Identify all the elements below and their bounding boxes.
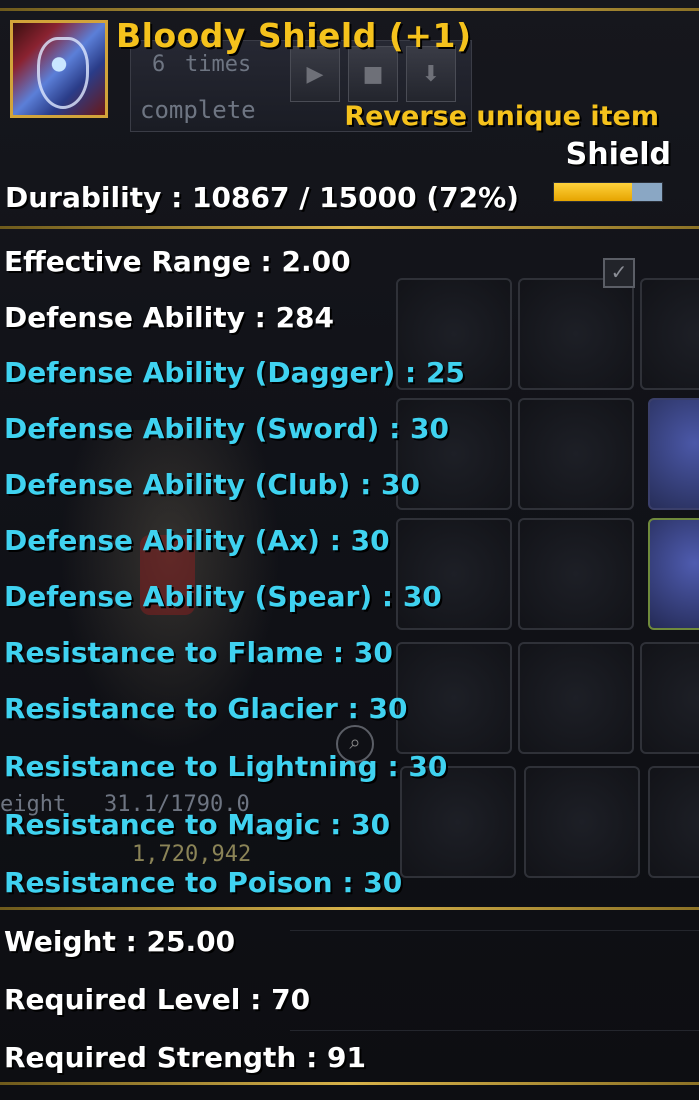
- tooltip-divider: [0, 226, 699, 229]
- stat-resist-poison: Resistance to Poison : 30: [4, 866, 403, 899]
- durability-bar: [553, 182, 663, 202]
- stat-required-level: Required Level : 70: [4, 983, 311, 1016]
- stat-weight: Weight : 25.00: [4, 925, 236, 958]
- stat-defense-sword: Defense Ability (Sword) : 30: [4, 412, 450, 445]
- stat-resist-magic: Resistance to Magic : 30: [4, 808, 391, 841]
- durability-bar-fill: [554, 183, 632, 201]
- stat-defense-club: Defense Ability (Club) : 30: [4, 468, 421, 501]
- shield-emblem: [37, 37, 89, 109]
- stat-required-strength: Required Strength : 91: [4, 1041, 367, 1074]
- stat-resist-lightning: Resistance to Lightning : 30: [4, 750, 448, 783]
- stat-defense-dagger: Defense Ability (Dagger) : 25: [4, 356, 465, 389]
- tooltip-bottom-border: [0, 1082, 699, 1085]
- tooltip-top-border: [0, 8, 699, 11]
- item-rarity: Reverse unique item: [344, 101, 659, 132]
- stat-effective-range: Effective Range : 2.00: [4, 245, 351, 278]
- stat-resist-flame: Resistance to Flame : 30: [4, 636, 393, 669]
- item-type: Shield: [565, 137, 671, 172]
- item-name: Bloody Shield (+1): [116, 16, 472, 55]
- item-tooltip: Bloody Shield (+1) Reverse unique item S…: [0, 0, 699, 1100]
- tooltip-divider: [0, 907, 699, 910]
- stat-defense-spear: Defense Ability (Spear) : 30: [4, 580, 442, 613]
- shield-item-icon: [10, 20, 108, 118]
- stat-defense-ability: Defense Ability : 284: [4, 301, 335, 334]
- stat-resist-glacier: Resistance to Glacier : 30: [4, 692, 408, 725]
- durability-text: Durability : 10867 / 15000 (72%): [5, 181, 519, 214]
- stat-defense-ax: Defense Ability (Ax) : 30: [4, 524, 390, 557]
